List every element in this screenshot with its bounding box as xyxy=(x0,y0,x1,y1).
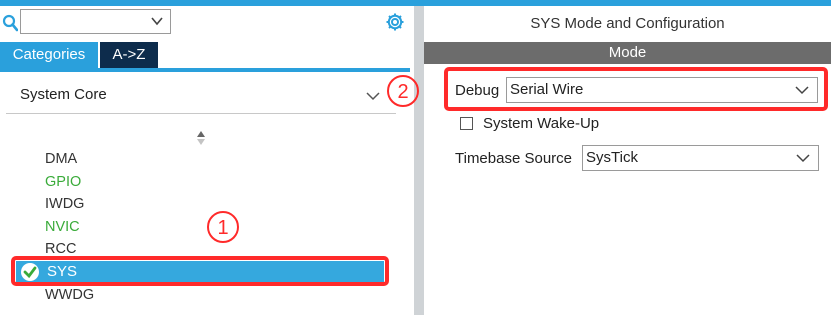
timebase-select-value: SysTick xyxy=(586,149,638,166)
list-item-dma[interactable]: DMA xyxy=(45,151,77,167)
tab-categories[interactable]: Categories xyxy=(0,42,98,68)
annotation-highlight-1 xyxy=(11,256,389,286)
sort-icon[interactable] xyxy=(196,130,206,146)
wakeup-checkbox[interactable] xyxy=(460,117,473,130)
wakeup-label: System Wake-Up xyxy=(483,115,600,132)
list-item-nvic[interactable]: NVIC xyxy=(45,219,80,235)
category-title[interactable]: System Core xyxy=(20,86,107,103)
chevron-down-icon[interactable] xyxy=(366,90,380,102)
annotation-number-2: 2 xyxy=(387,75,419,107)
list-item-gpio[interactable]: GPIO xyxy=(45,174,81,190)
annotation-highlight-2 xyxy=(444,67,828,111)
panel-splitter[interactable] xyxy=(414,6,424,315)
mode-header: Mode xyxy=(424,42,831,64)
left-panel: Categories A->Z System Core DMA GPIO IWD… xyxy=(0,6,410,315)
svg-text:1: 1 xyxy=(217,217,228,239)
annotation-number-1: 1 xyxy=(207,211,239,243)
search-input[interactable] xyxy=(20,9,171,34)
search-icon[interactable] xyxy=(2,14,18,32)
timebase-label: Timebase Source xyxy=(455,150,572,167)
category-divider xyxy=(6,113,396,114)
tab-a-to-z[interactable]: A->Z xyxy=(100,42,158,68)
gear-icon[interactable] xyxy=(385,12,405,32)
panel-title: SYS Mode and Configuration xyxy=(530,15,725,32)
list-item-wwdg[interactable]: WWDG xyxy=(45,287,94,303)
chevron-down-icon[interactable] xyxy=(150,14,164,28)
list-item-iwdg[interactable]: IWDG xyxy=(45,196,84,212)
tab-underline xyxy=(0,68,410,72)
svg-text:2: 2 xyxy=(397,81,408,103)
list-item-rcc[interactable]: RCC xyxy=(45,241,76,257)
timebase-select[interactable]: SysTick xyxy=(582,145,819,171)
chevron-down-icon[interactable] xyxy=(796,152,810,164)
